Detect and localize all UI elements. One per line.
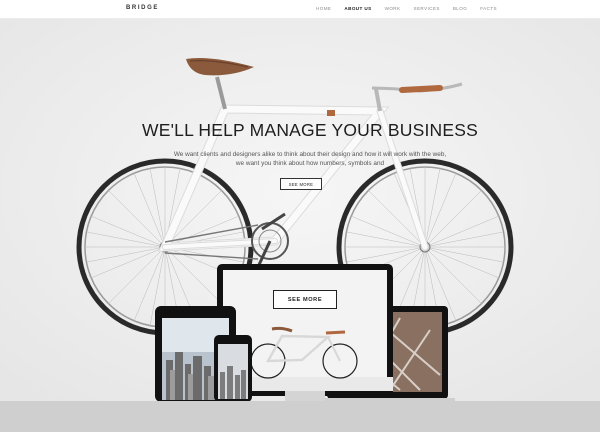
footer-band: [0, 401, 600, 432]
nav-about-us[interactable]: ABOUT US: [344, 6, 371, 11]
site-header: BRIDGE HOME ABOUT US WORK SERVICES BLOG …: [0, 0, 600, 19]
nav-work[interactable]: WORK: [385, 6, 401, 11]
nav-home[interactable]: HOME: [316, 6, 331, 11]
phone-mockup: [214, 335, 252, 402]
nav-facts[interactable]: FACTS: [480, 6, 497, 11]
device-mockups: [155, 264, 455, 402]
nav-services[interactable]: SERVICES: [413, 6, 439, 11]
nav-blog[interactable]: BLOG: [453, 6, 467, 11]
main-nav: HOME ABOUT US WORK SERVICES BLOG FACTS: [316, 6, 510, 11]
logo[interactable]: BRIDGE: [126, 5, 159, 11]
monitor-see-more-button[interactable]: SEE MORE: [273, 290, 337, 309]
